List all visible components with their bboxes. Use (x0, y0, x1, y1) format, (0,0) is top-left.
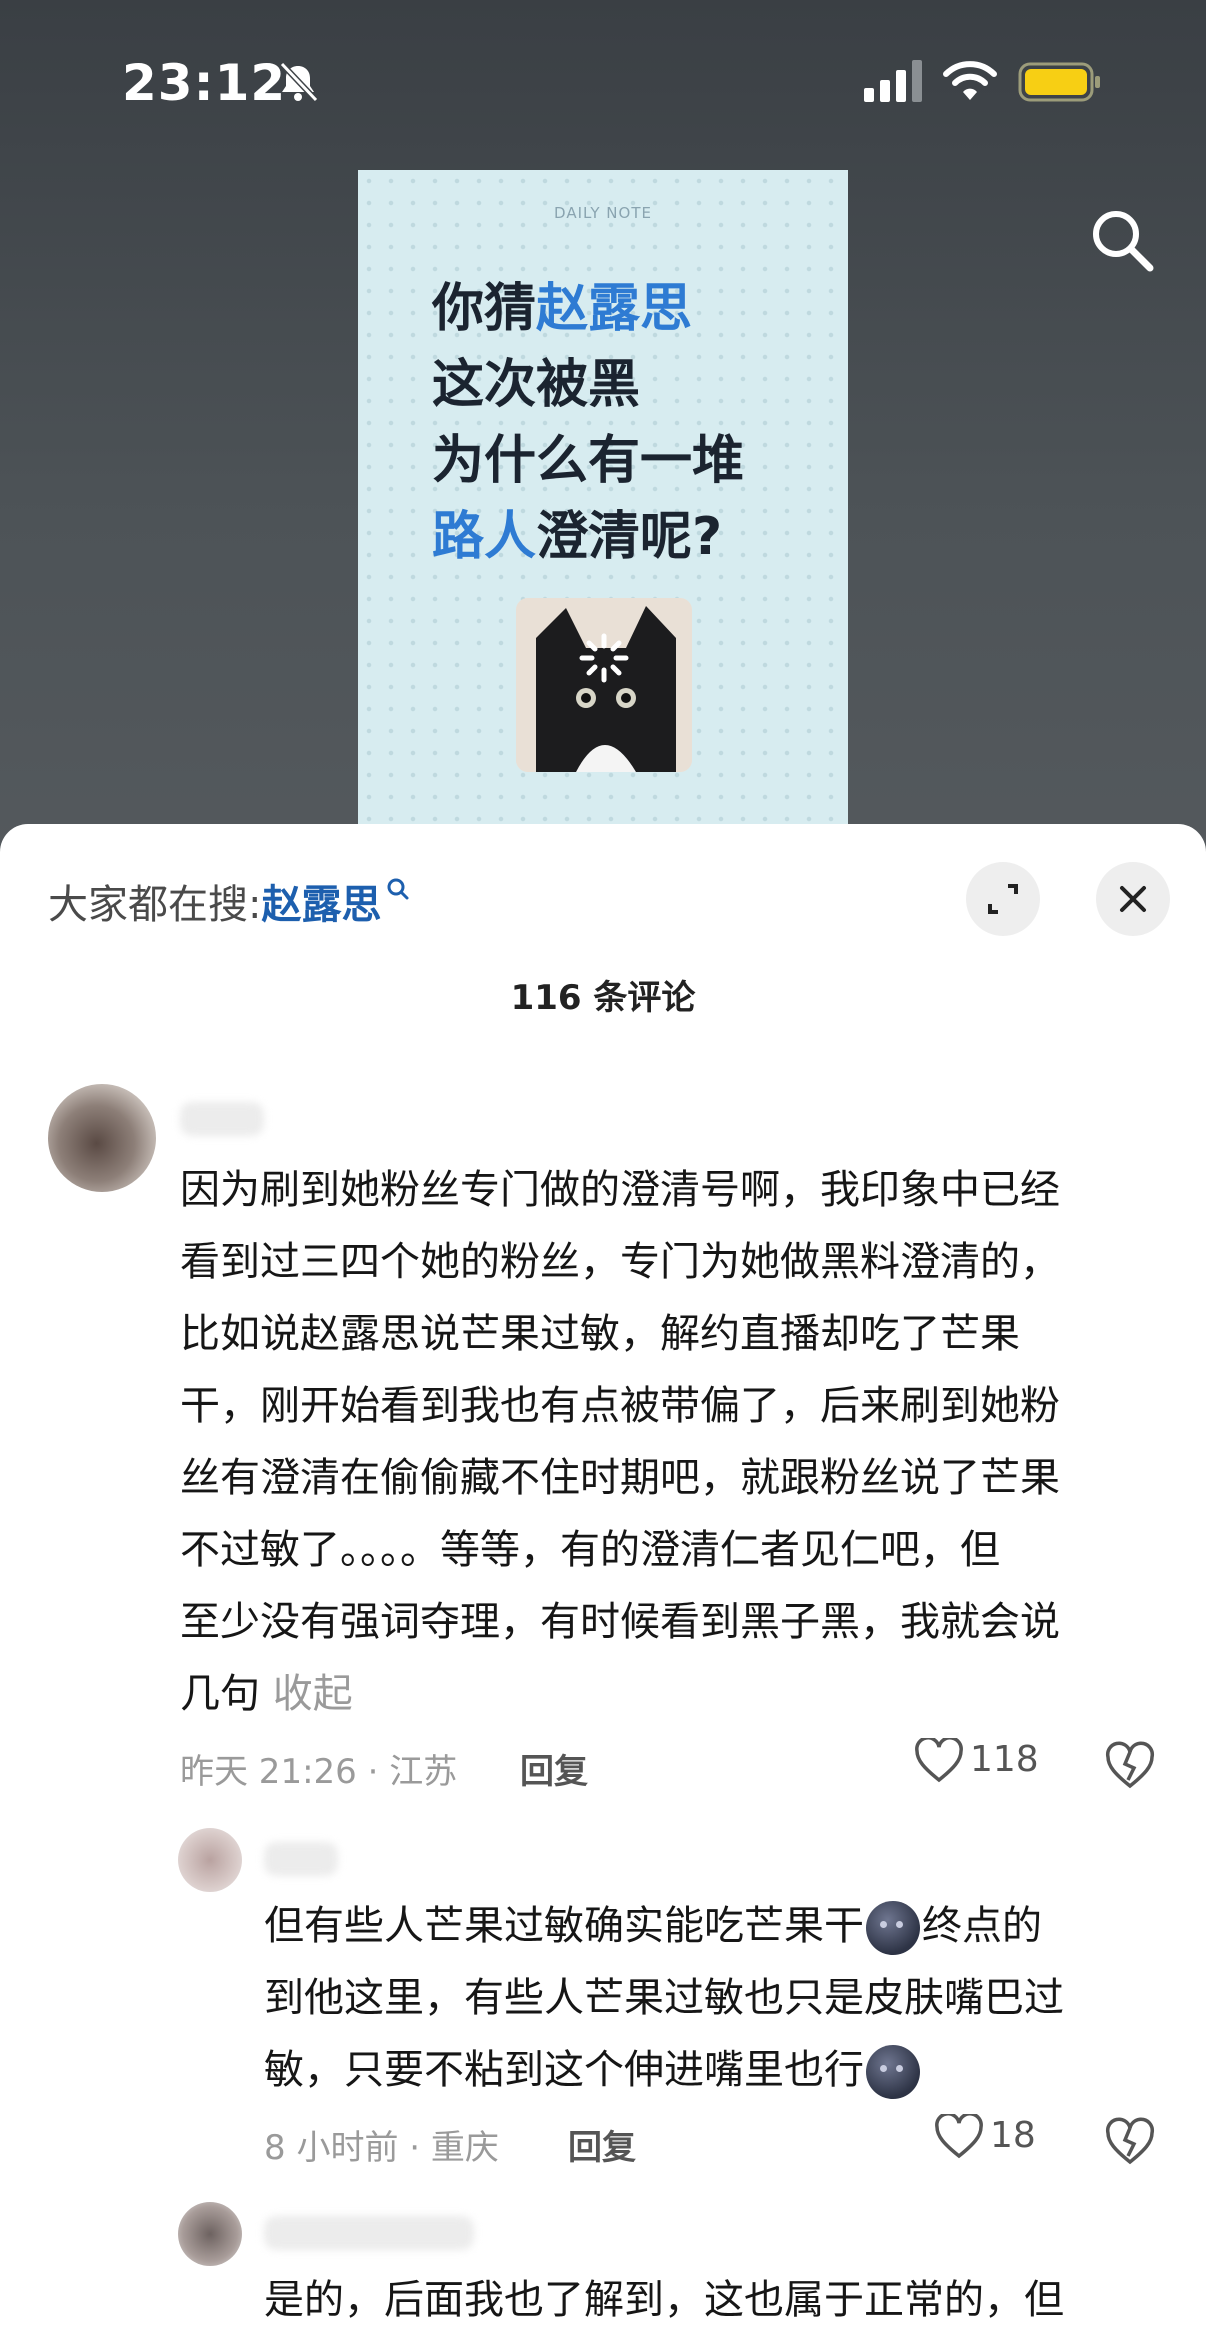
cellular-signal-icon (864, 60, 922, 102)
wifi-icon (943, 61, 997, 100)
heart-icon (935, 2112, 983, 2159)
like-button[interactable]: 18 (934, 2112, 1036, 2160)
title-line-1: 你猜赵露思 (432, 279, 693, 339)
search-icon[interactable] (1086, 204, 1158, 276)
battery-icon (1018, 62, 1100, 102)
comment-meta: 昨天 21:26 · 江苏 (180, 1752, 458, 1792)
comment-sheet: 大家都在搜:赵露思 116 条评论 因为刷到她粉丝专门做的澄清号啊，我印象中已经… (0, 824, 1206, 2352)
username[interactable] (180, 1102, 264, 1136)
silent-bell-icon (279, 61, 319, 103)
cat-photo (516, 598, 692, 772)
close-icon (1120, 886, 1146, 912)
card-header: DAILY NOTE (554, 204, 652, 222)
heart-icon (915, 1736, 963, 1783)
status-time: 23:12 (122, 54, 287, 112)
search-small-icon (387, 878, 409, 900)
avatar[interactable] (178, 1828, 242, 1892)
comment-count: 116 条评论 (510, 978, 696, 1018)
like-count: 118 (970, 1739, 1039, 1780)
broken-heart-icon[interactable] (1104, 1740, 1156, 1792)
like-count: 18 (990, 2115, 1036, 2156)
reply-button[interactable]: 回复 (520, 1744, 588, 1793)
hot-search-label: 大家都在搜: (48, 882, 262, 928)
avatar[interactable] (48, 1084, 156, 1192)
hot-search-bar[interactable]: 大家都在搜:赵露思 (48, 872, 411, 930)
moon-face-emoji-icon (866, 2045, 920, 2099)
title-line-3: 为什么有一堆 (432, 431, 745, 491)
broken-heart-icon[interactable] (1104, 2116, 1156, 2168)
title-line-4: 路人澄清呢? (432, 507, 723, 567)
hot-search-keyword[interactable]: 赵露思 (261, 882, 381, 928)
status-bar: 23:12 (0, 0, 1206, 160)
cat-illustration (516, 598, 692, 772)
reply-button[interactable]: 回复 (568, 2120, 636, 2169)
comment-meta: 8 小时前 · 重庆 (264, 2128, 499, 2168)
like-button[interactable]: 118 (914, 1736, 1039, 1784)
avatar[interactable] (178, 2202, 242, 2266)
moon-face-emoji-icon (866, 1901, 920, 1955)
username[interactable] (264, 2216, 474, 2250)
post-image[interactable]: DAILY NOTE 你猜赵露思 这次被黑 为什么有一堆 路人澄清呢? (358, 170, 848, 860)
close-button[interactable] (1096, 862, 1170, 936)
comment-text: 是的，后面我也了解到，这也属于正常的，但 (264, 2277, 1064, 2323)
collapse-link[interactable]: 收起 (273, 1671, 353, 1717)
expand-icon (988, 884, 1018, 914)
title-line-2: 这次被黑 (432, 355, 641, 415)
username[interactable] (264, 1842, 338, 1876)
expand-button[interactable] (966, 862, 1040, 936)
